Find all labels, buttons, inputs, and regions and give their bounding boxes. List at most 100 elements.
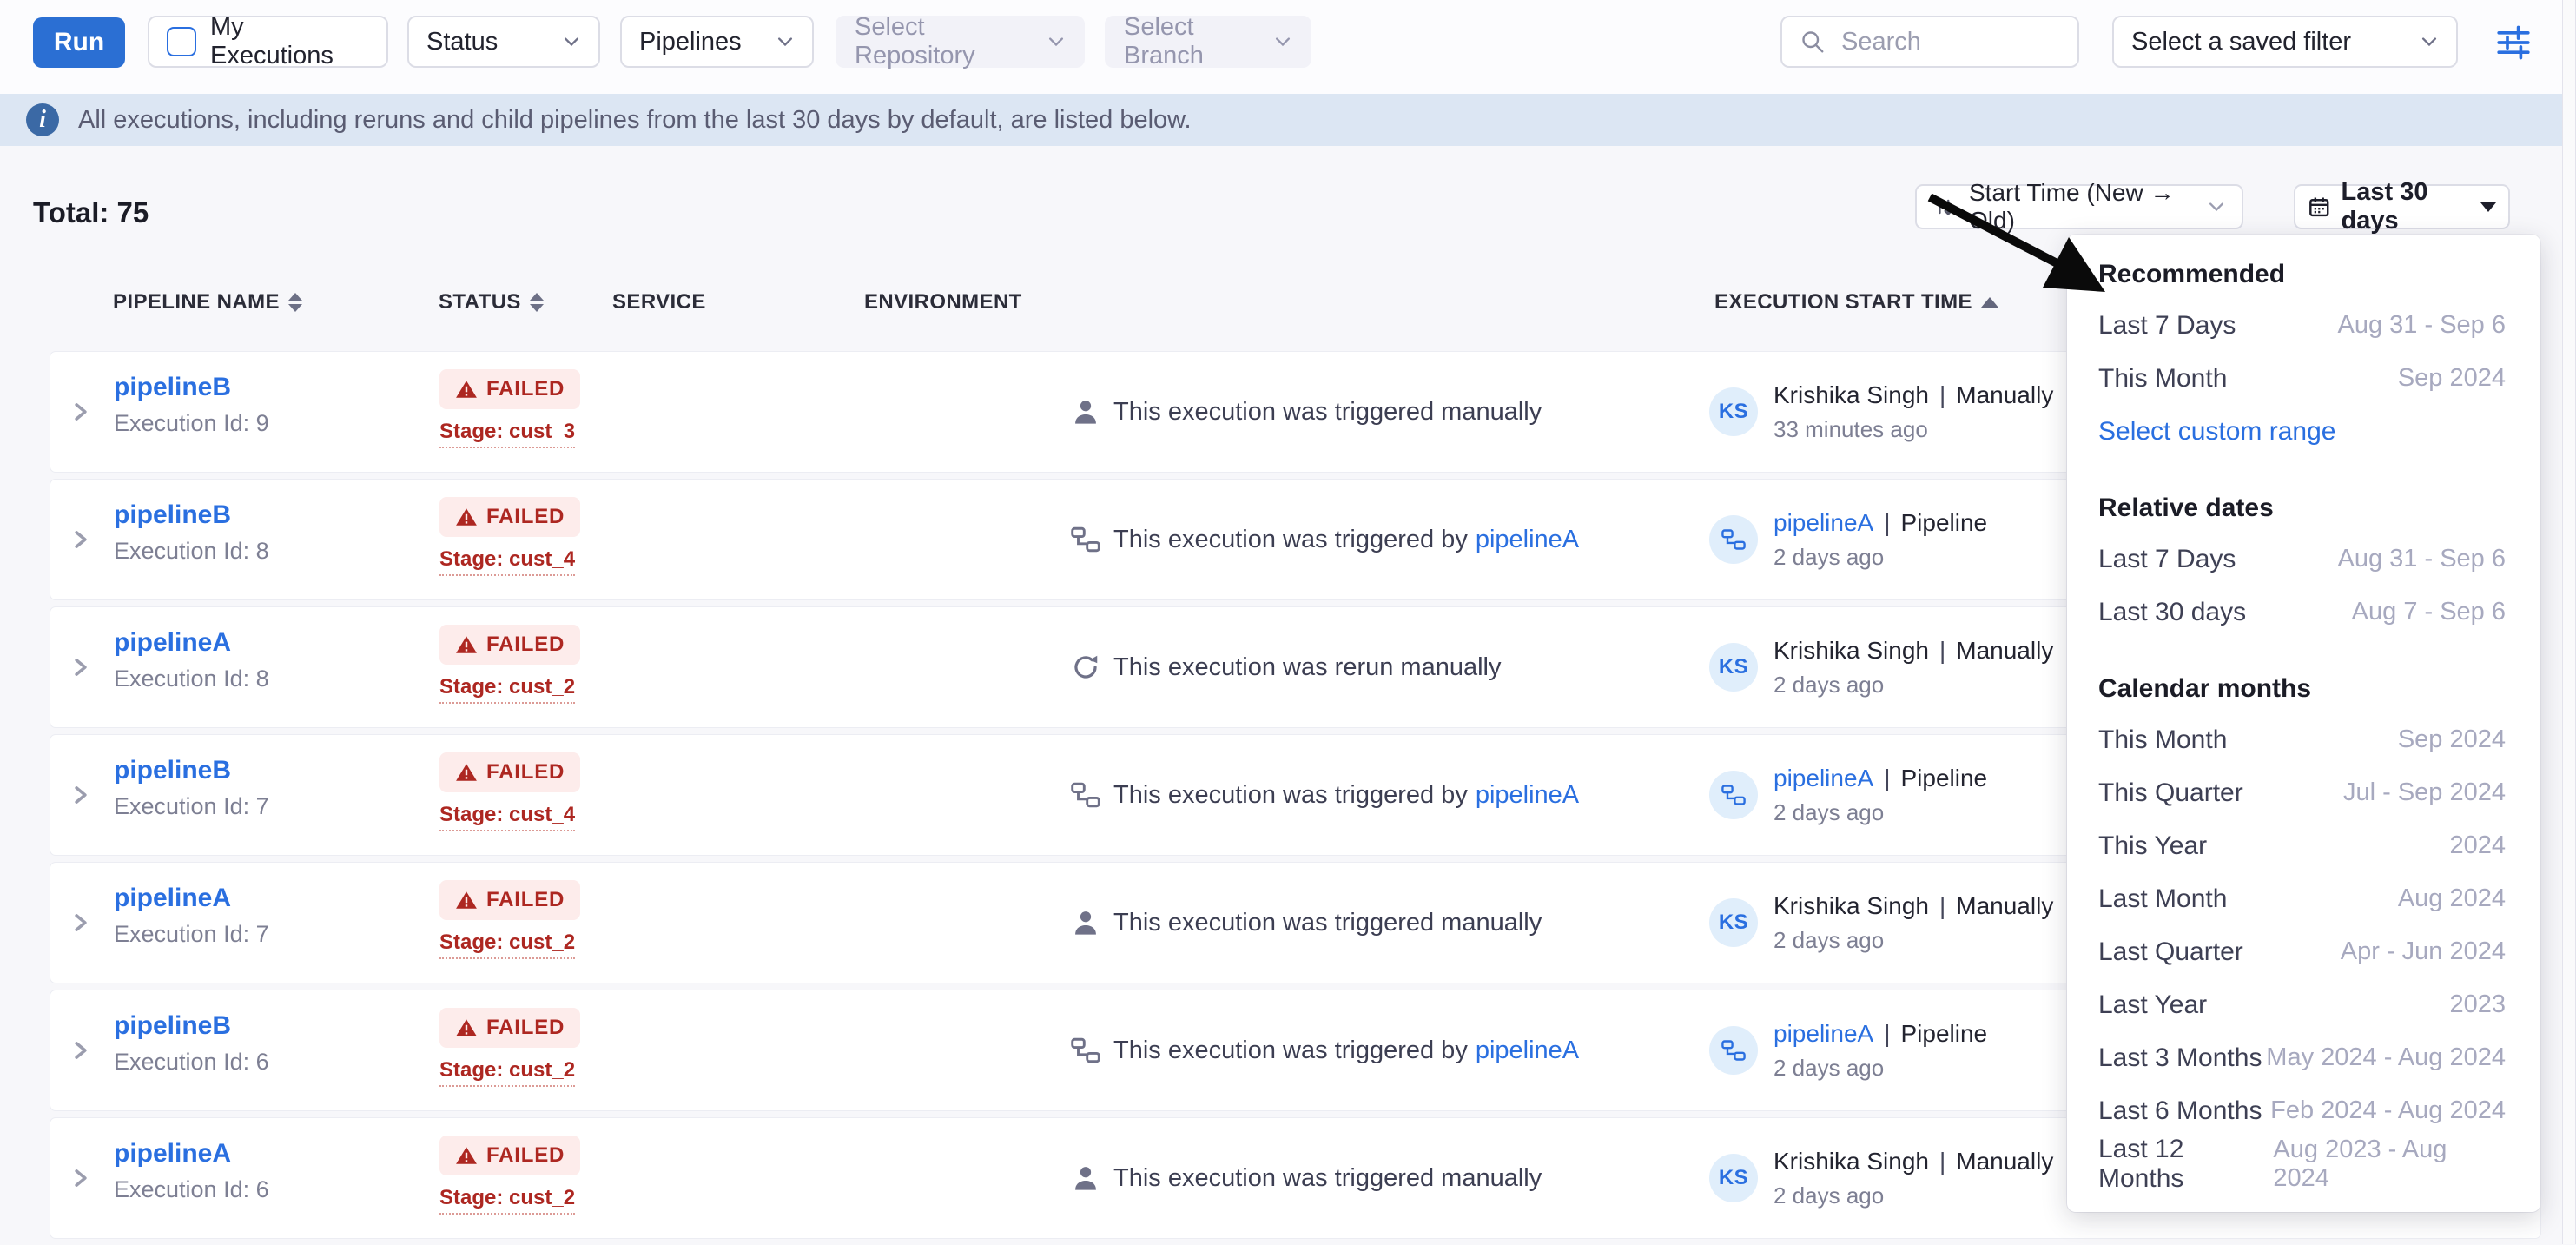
date-menu-item[interactable]: Last 6 MonthsFeb 2024 - Aug 2024: [2098, 1084, 2506, 1137]
pipeline-name-link[interactable]: pipelineA: [114, 1139, 231, 1168]
filter-settings-button[interactable]: [2493, 23, 2533, 63]
pipeline-name-link[interactable]: pipelineB: [114, 373, 231, 401]
triggered-by-name[interactable]: Krishika Singh: [1773, 381, 1929, 409]
trigger-type-label: Manually: [1956, 381, 2053, 409]
status-badge: FAILED: [439, 1136, 580, 1175]
status-filter-dropdown[interactable]: Status: [407, 16, 600, 68]
column-header-status[interactable]: STATUS: [439, 290, 544, 315]
date-menu-item[interactable]: Last MonthAug 2024: [2098, 872, 2506, 925]
date-menu-item[interactable]: Last 12 MonthsAug 2023 - Aug 2024: [2098, 1137, 2506, 1190]
pipeline-name-link[interactable]: pipelineB: [114, 756, 231, 785]
trigger-type-label: Pipeline: [1900, 509, 1987, 537]
trigger-text: This execution was triggered manually: [1113, 1164, 1542, 1193]
run-button[interactable]: Run: [33, 17, 125, 68]
expand-chevron-icon[interactable]: [69, 1167, 92, 1189]
chevron-down-icon: [2207, 197, 2226, 216]
failed-stage-link[interactable]: Stage: cust_2: [439, 675, 575, 704]
date-menu-item[interactable]: Last Year2023: [2098, 978, 2506, 1031]
expand-chevron-icon[interactable]: [69, 528, 92, 551]
date-menu-item-label[interactable]: Last 30 days: [2098, 598, 2246, 627]
execution-start-time: 2 days ago: [1773, 927, 2053, 954]
my-executions-toggle[interactable]: My Executions: [148, 16, 388, 68]
date-menu-item[interactable]: Select custom range: [2098, 405, 2506, 458]
my-executions-checkbox[interactable]: [167, 27, 196, 56]
date-menu-item-label[interactable]: Last 7 Days: [2098, 545, 2236, 574]
expand-chevron-icon[interactable]: [69, 784, 92, 806]
failed-stage-link[interactable]: Stage: cust_4: [439, 547, 575, 576]
date-menu-item[interactable]: Last 7 DaysAug 31 - Sep 6: [2098, 533, 2506, 586]
pipelines-filter-dropdown[interactable]: Pipelines: [620, 16, 814, 68]
date-menu-item-label[interactable]: This Year: [2098, 831, 2207, 861]
avatar[interactable]: [1709, 1026, 1758, 1075]
page-scrollbar[interactable]: [2562, 0, 2576, 1244]
date-menu-item-label[interactable]: Last Year: [2098, 990, 2207, 1020]
failed-stage-link[interactable]: Stage: cust_2: [439, 1058, 575, 1087]
avatar[interactable]: KS: [1709, 387, 1758, 436]
date-menu-item-label[interactable]: Last 7 Days: [2098, 311, 2236, 341]
pipeline-name-link[interactable]: pipelineA: [114, 628, 231, 657]
trigger-type-icon: [1071, 908, 1100, 937]
select-branch-dropdown[interactable]: Select Branch: [1105, 16, 1311, 68]
date-menu-item-label[interactable]: This Quarter: [2098, 778, 2243, 808]
sort-order-dropdown[interactable]: Start Time (New → Old): [1915, 184, 2243, 229]
triggered-by-name[interactable]: pipelineA: [1773, 765, 1873, 792]
expand-chevron-icon[interactable]: [69, 911, 92, 934]
date-range-label: Last 30 days: [2342, 178, 2467, 235]
date-range-button[interactable]: Last 30 days: [2294, 184, 2510, 229]
custom-range-link[interactable]: Select custom range: [2098, 417, 2335, 447]
date-menu-item-label[interactable]: Last 12 Months: [2098, 1135, 2273, 1194]
date-menu-item[interactable]: This Year2024: [2098, 819, 2506, 872]
date-menu-item[interactable]: This MonthSep 2024: [2098, 352, 2506, 405]
trigger-pipeline-link[interactable]: pipelineA: [1476, 526, 1579, 554]
expand-chevron-icon[interactable]: [69, 656, 92, 679]
search-input[interactable]: [1840, 27, 2043, 57]
triggered-by-name[interactable]: Krishika Singh: [1773, 637, 1929, 665]
separator: |: [1884, 509, 1890, 537]
date-menu-item-label[interactable]: Last 3 Months: [2098, 1043, 2262, 1073]
date-menu-item-label[interactable]: This Month: [2098, 364, 2227, 394]
failed-stage-link[interactable]: Stage: cust_3: [439, 420, 575, 448]
date-menu-item-label[interactable]: This Month: [2098, 725, 2227, 755]
expand-chevron-icon[interactable]: [69, 1039, 92, 1062]
select-repository-label: Select Repository: [855, 13, 1033, 70]
search-box[interactable]: [1780, 16, 2079, 68]
trigger-pipeline-link[interactable]: pipelineA: [1476, 781, 1579, 810]
date-menu-item-label[interactable]: Last Month: [2098, 884, 2227, 914]
expand-chevron-icon[interactable]: [69, 401, 92, 423]
failed-stage-link[interactable]: Stage: cust_2: [439, 930, 575, 959]
avatar[interactable]: KS: [1709, 643, 1758, 692]
date-menu-item[interactable]: Last 30 daysAug 7 - Sep 6: [2098, 586, 2506, 639]
total-count: Total: 75: [33, 196, 149, 229]
trigger-type-label: Pipeline: [1900, 765, 1987, 792]
triggered-by-name[interactable]: Krishika Singh: [1773, 1148, 1929, 1175]
triggered-by-name[interactable]: pipelineA: [1773, 509, 1873, 537]
triggered-by-name[interactable]: pipelineA: [1773, 1020, 1873, 1048]
date-menu-item[interactable]: Last Quarter Apr - Jun 2024: [2098, 925, 2506, 978]
pipeline-name-link[interactable]: pipelineB: [114, 1011, 231, 1040]
column-header-execution-start-time[interactable]: EXECUTION START TIME: [1714, 290, 1998, 315]
avatar[interactable]: [1709, 515, 1758, 564]
date-menu-item[interactable]: Last 3 MonthsMay 2024 - Aug 2024: [2098, 1031, 2506, 1084]
saved-filter-dropdown[interactable]: Select a saved filter: [2112, 16, 2458, 68]
trigger-pipeline-link[interactable]: pipelineA: [1476, 1036, 1579, 1065]
date-menu-item-label[interactable]: Last Quarter: [2098, 937, 2243, 967]
date-menu-item-label[interactable]: Last 6 Months: [2098, 1096, 2262, 1126]
failed-stage-link[interactable]: Stage: cust_4: [439, 803, 575, 831]
triggered-by-name[interactable]: Krishika Singh: [1773, 892, 1929, 920]
avatar[interactable]: [1709, 771, 1758, 819]
select-repository-dropdown[interactable]: Select Repository: [836, 16, 1085, 68]
trigger-text: This execution was rerun manually: [1113, 653, 1501, 682]
failed-stage-link[interactable]: Stage: cust_2: [439, 1186, 575, 1215]
date-menu-item-range: Apr - Jun 2024: [2341, 937, 2506, 966]
column-header-pipeline-name[interactable]: PIPELINE NAME: [113, 290, 302, 315]
pipeline-name-link[interactable]: pipelineA: [114, 884, 231, 912]
date-menu-item[interactable]: This QuarterJul - Sep 2024: [2098, 766, 2506, 819]
date-menu-item-range: Aug 31 - Sep 6: [2338, 311, 2506, 340]
avatar[interactable]: KS: [1709, 898, 1758, 947]
avatar[interactable]: KS: [1709, 1154, 1758, 1202]
execution-id: Execution Id: 8: [114, 538, 269, 565]
date-menu-item[interactable]: This MonthSep 2024: [2098, 713, 2506, 766]
date-menu-item[interactable]: Last 7 Days Aug 31 - Sep 6: [2098, 299, 2506, 352]
column-header-service: SERVICE: [612, 290, 706, 315]
pipeline-name-link[interactable]: pipelineB: [114, 500, 231, 529]
